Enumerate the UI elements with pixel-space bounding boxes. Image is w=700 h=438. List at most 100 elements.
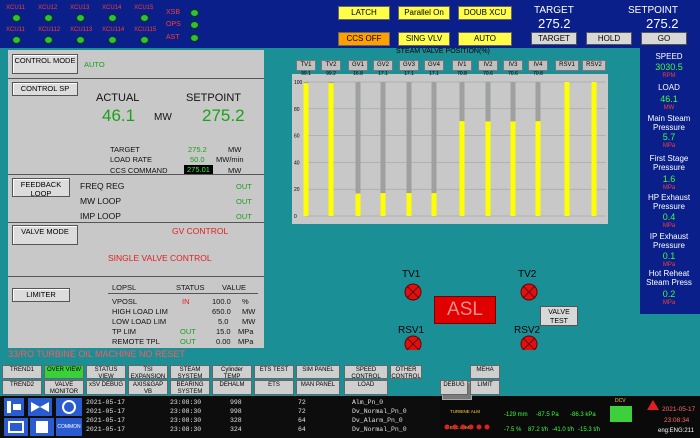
valve-tag-tv1[interactable]: TV1 <box>296 60 316 71</box>
valve-tag-gv2[interactable]: GV2 <box>373 60 393 71</box>
auto-button[interactable]: AUTO <box>458 32 512 46</box>
valve-tag-iv4[interactable]: IV4 <box>528 60 548 71</box>
nav-button[interactable]: ETS <box>254 380 294 395</box>
nav-button[interactable]: VALVE MONITOR <box>44 380 84 395</box>
valve-tag-iv3[interactable]: IV3 <box>503 60 523 71</box>
pump-icon[interactable] <box>4 418 28 436</box>
alarm-message: 33/RO TURBINE OIL MACHINE NO RESET <box>8 349 186 359</box>
drain-icon[interactable] <box>30 418 54 436</box>
valve-value: 17.1 <box>404 71 414 77</box>
alarm-n: 64 <box>298 426 306 433</box>
target-button[interactable]: TARGET <box>531 32 577 45</box>
valve-tag-rsv2[interactable]: RSV2 <box>582 60 606 71</box>
feedback-loop-button[interactable]: FEEDBACK LOOP <box>12 178 70 198</box>
first-stage-pressure-label: First Stage Pressure <box>649 154 689 172</box>
nav-button[interactable]: TREND2 <box>2 380 42 395</box>
valve-tag-rsv1[interactable]: RSV1 <box>555 60 579 71</box>
ccs-off-button[interactable]: CCS OFF <box>338 32 390 46</box>
valve-mode-button[interactable]: VALVE MODE <box>12 225 78 245</box>
valve-tag-gv4[interactable]: GV4 <box>424 60 444 71</box>
control-mode-button[interactable]: CONTROL MODE <box>12 54 78 74</box>
doub-xcu-button[interactable]: DOUB XCU <box>458 6 512 20</box>
nav-button[interactable]: BEARING SYSTEM <box>170 380 210 395</box>
setpoint-label: SETPOINT <box>186 92 242 104</box>
mw-loop-status: OUT <box>236 197 252 206</box>
nav-button[interactable]: xSV DEBUG <box>86 380 126 395</box>
limit-value: 0.00 <box>216 337 231 346</box>
turbine-icon[interactable] <box>4 398 24 416</box>
nav-button[interactable]: Cylinder TEMP <box>212 365 252 380</box>
parallel-on-button[interactable]: Parallel On <box>398 6 450 20</box>
status-value: -15.3 t/h <box>578 427 601 433</box>
nav-button[interactable]: DEHALM <box>212 380 252 395</box>
nav-button[interactable]: ETS TEST <box>254 365 294 379</box>
valve-test-button[interactable]: VALVE TEST <box>540 306 578 326</box>
common-button[interactable]: COMMON <box>56 418 82 436</box>
limit-value: 100.0 <box>212 297 231 306</box>
alarm-date: 2021-05-17 <box>86 426 126 433</box>
xcu-label: XCU115 <box>134 27 157 33</box>
valve-tag-iv1[interactable]: IV1 <box>452 60 472 71</box>
control-sp-button[interactable]: CONTROL SP <box>12 82 78 96</box>
valve-bars-svg: 100 80 60 40 20 0 <box>294 80 606 220</box>
nav-button[interactable]: SPEED CONTROL <box>344 365 388 380</box>
divider <box>108 293 258 294</box>
target-value: 275.2 <box>538 16 571 31</box>
nav-button[interactable]: AXIS&GAP VB <box>128 380 168 395</box>
alarm-row[interactable]: 2021-05-17 23:08:30 998 72 Alm_Pn_0 <box>86 399 436 407</box>
sing-vlv-button[interactable]: SING VLV <box>398 32 450 46</box>
limit-unit: MPa <box>238 337 254 346</box>
nav-button[interactable]: OVER VIEW <box>44 365 84 379</box>
tv1-valve-icon[interactable] <box>404 283 422 301</box>
alarm-row[interactable]: 2021-05-17 23:08:30 998 72 Dv_Normal_Pn_0 <box>86 408 436 416</box>
nav-button[interactable]: MEHA <box>470 365 500 379</box>
nav-button[interactable]: LIMIT <box>470 380 500 395</box>
freq-reg-label: FREQ REG <box>80 181 125 191</box>
main-steam-pressure-unit: MPa <box>662 143 676 149</box>
nav-button[interactable]: TSI EXPANSION <box>128 365 168 380</box>
bar-rsv1 <box>564 82 570 216</box>
rsv1-valve-icon[interactable] <box>404 335 422 350</box>
limit-value: 650.0 <box>212 307 231 316</box>
hold-button[interactable]: HOLD <box>586 32 632 45</box>
rsv2-valve-icon[interactable] <box>520 335 538 350</box>
actual-value: 46.1 <box>102 106 136 125</box>
valve-tag-gv1[interactable]: GV1 <box>348 60 368 71</box>
valve-tag-tv2[interactable]: TV2 <box>321 60 341 71</box>
alarm-row[interactable]: 2021-05-17 23:08:30 324 64 Dv_Normal_Pn_0 <box>86 426 436 434</box>
setpoint-value: 275.2 <box>202 106 245 125</box>
freq-reg-status: OUT <box>236 182 252 191</box>
tv2-valve-icon[interactable] <box>520 283 538 301</box>
warning-icon[interactable] <box>646 398 660 410</box>
ast-label: AST <box>166 34 180 41</box>
nav-button[interactable]: DEBUG <box>440 380 468 395</box>
nav-button[interactable]: MAN PANEL <box>296 380 340 395</box>
limit-unit: % <box>242 297 249 306</box>
nav-button[interactable]: STATUS VIEW <box>86 365 126 380</box>
alarm-text: Dv_Normal_Pn_0 <box>352 426 407 433</box>
valve-tag-iv2[interactable]: IV2 <box>478 60 498 71</box>
speed-label: SPEED <box>655 52 683 61</box>
nav-button[interactable]: TREND1 <box>2 365 42 379</box>
nav-button[interactable]: OTHER CONTROL <box>390 365 422 380</box>
valve-icon[interactable] <box>28 398 52 416</box>
tv2-label: TV2 <box>518 269 537 280</box>
alarm-row[interactable]: 2021-05-17 23:08:30 328 64 Dv_Alarm_Pn_0 <box>86 417 436 425</box>
valve-value: 70.8 <box>457 71 467 77</box>
tv1-label: TV1 <box>402 269 421 280</box>
nav-button[interactable]: LOAD <box>344 380 388 395</box>
limiter-button[interactable]: LIMITER <box>12 288 70 302</box>
turbine-alm-label: TURBINE ALM <box>450 409 481 414</box>
hp-exhaust-pressure-unit: MPa <box>662 223 676 229</box>
nav-button[interactable]: STEAM SYSTEM <box>170 365 210 380</box>
bar-gv3 <box>406 193 412 216</box>
language-label: eng:ENG:211 <box>658 428 694 434</box>
generator-icon[interactable] <box>56 398 82 416</box>
go-button[interactable]: GO <box>641 32 687 45</box>
valve-tag-gv3[interactable]: GV3 <box>399 60 419 71</box>
nav-button[interactable]: SIM PANEL <box>296 365 340 379</box>
bar-iv2 <box>485 121 491 216</box>
y-tick-label: 0 <box>294 214 297 220</box>
xcu-status-icon <box>108 14 117 22</box>
latch-button[interactable]: LATCH <box>338 6 390 20</box>
